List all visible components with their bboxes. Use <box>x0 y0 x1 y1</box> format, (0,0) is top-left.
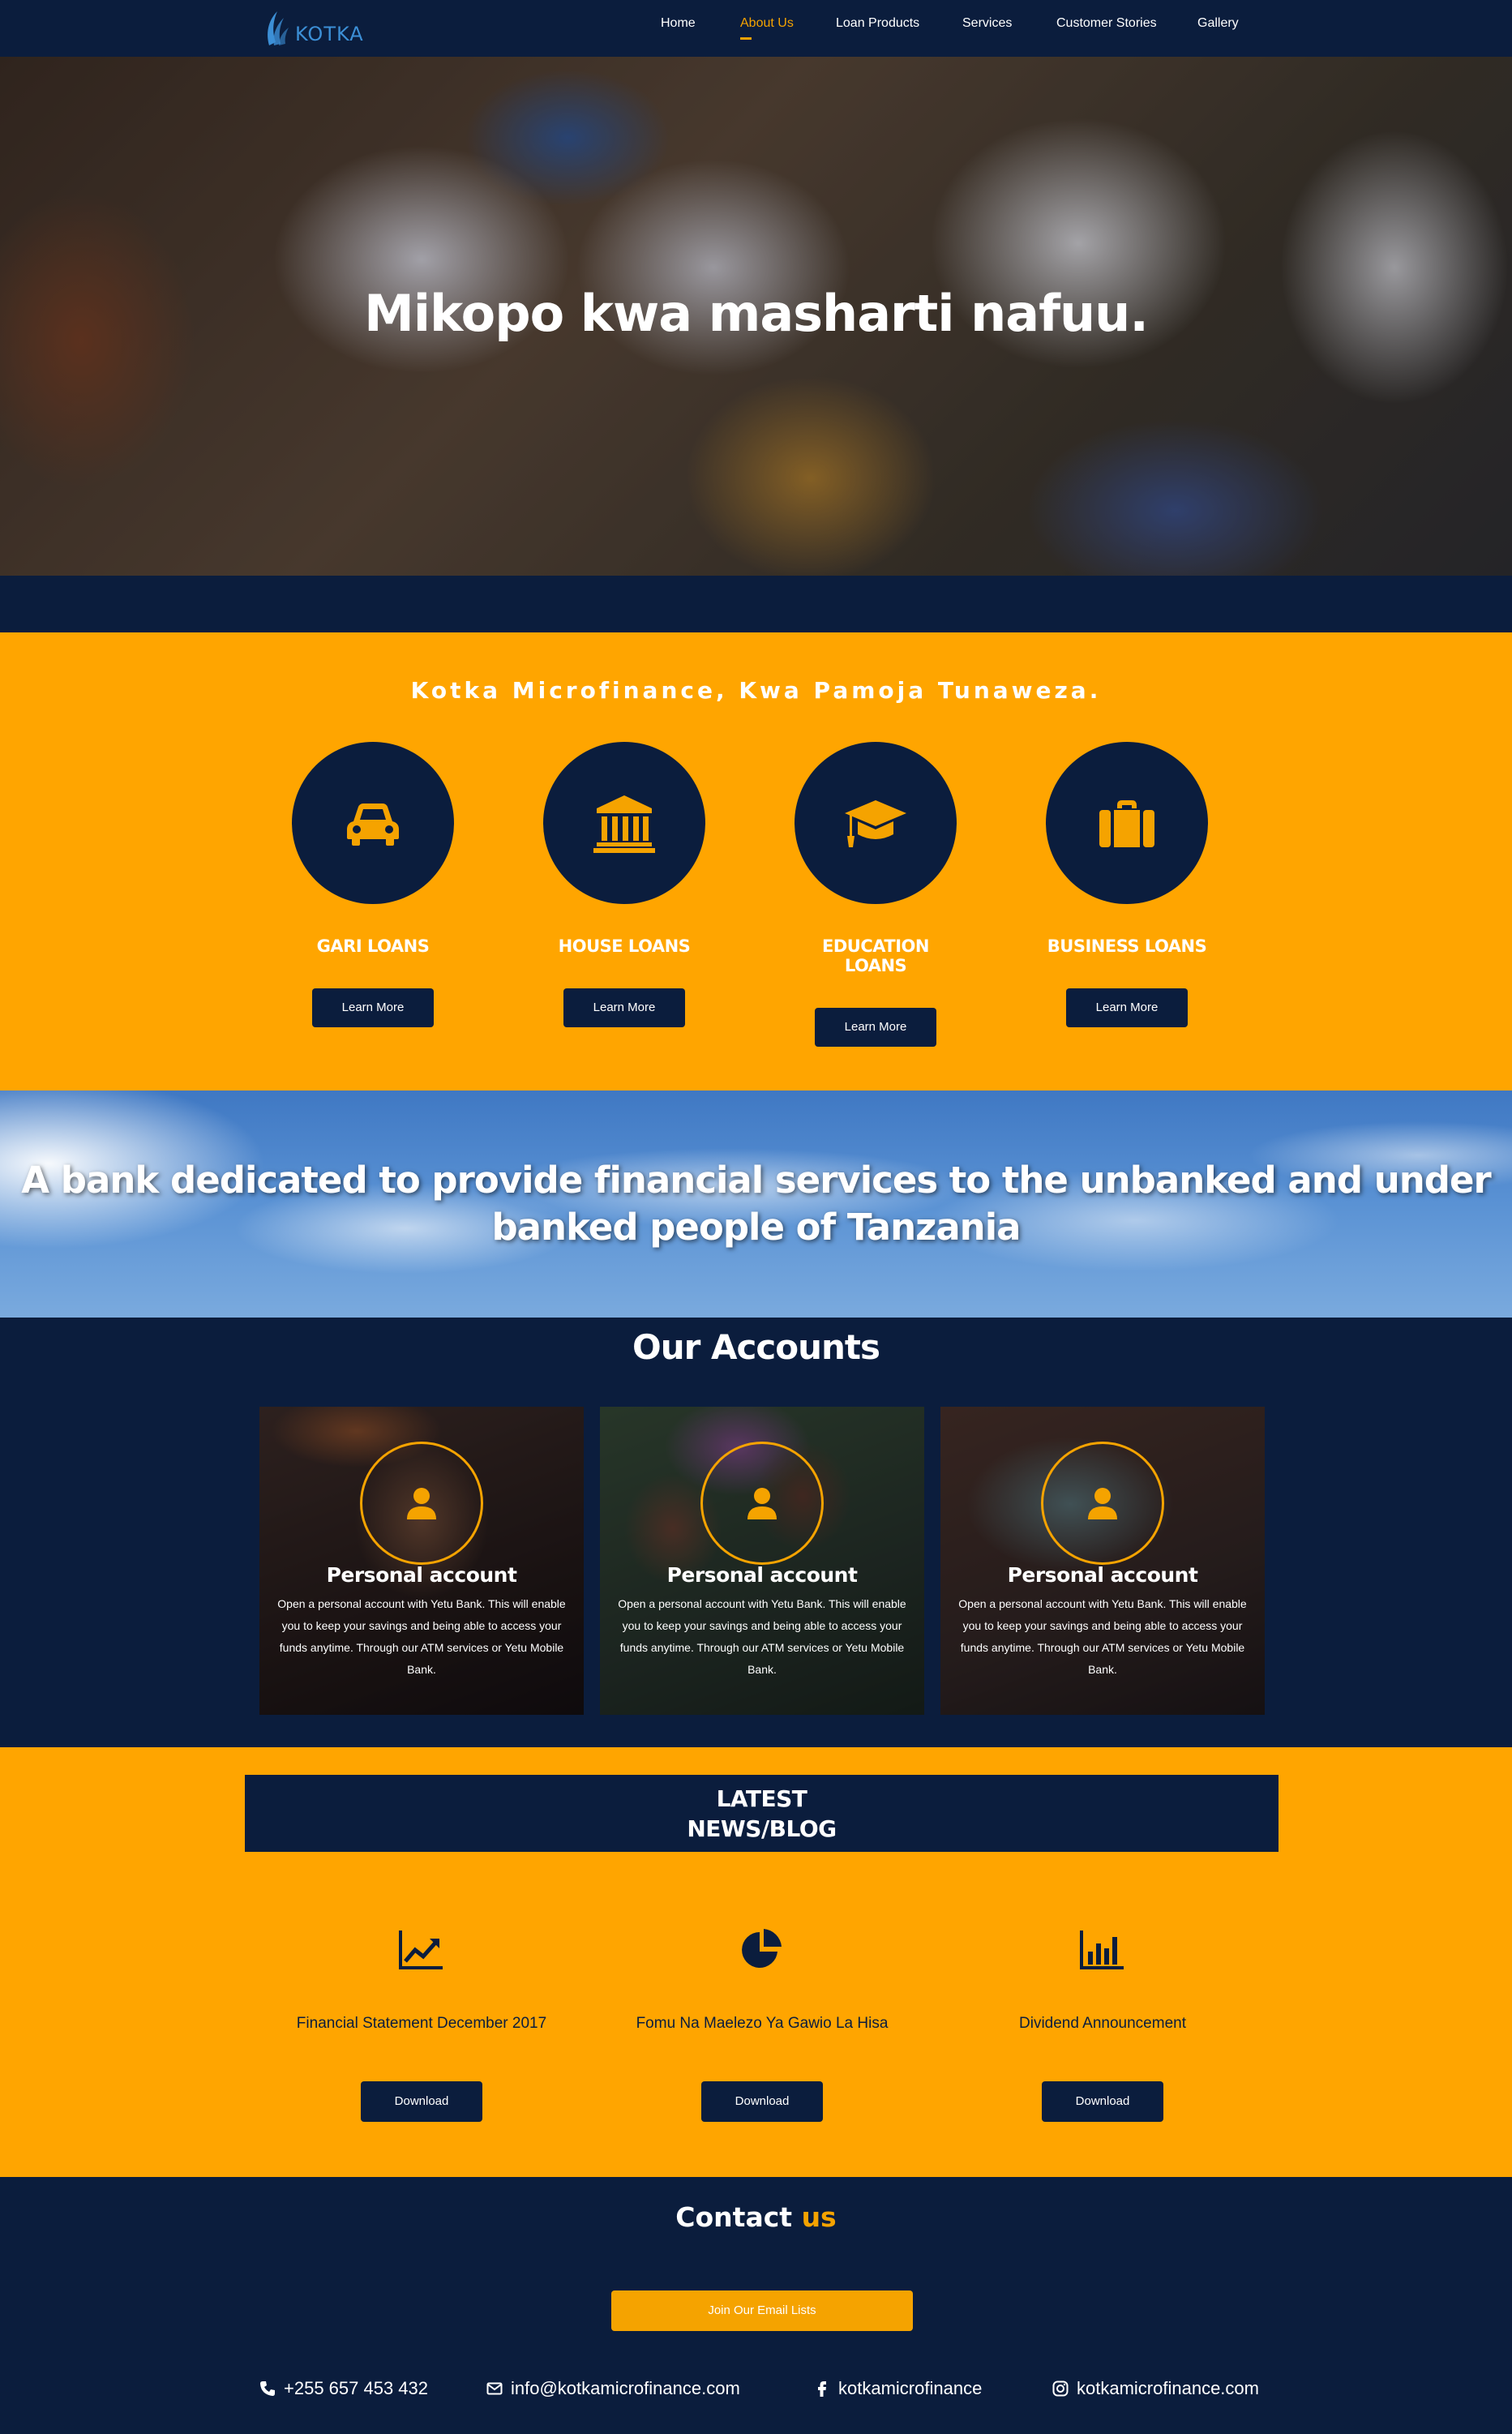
accounts-section: Our Accounts Personal account Open a per… <box>0 1318 1512 1747</box>
facebook-handle: kotkamicrofinance <box>838 2378 983 2398</box>
mission-banner: A bank dedicated to provide financial se… <box>0 1091 1512 1318</box>
nav-about-us[interactable]: About Us <box>740 16 794 40</box>
download-button[interactable]: Download <box>701 2081 823 2122</box>
loan-card-house: HOUSE LOANS Learn More <box>543 742 705 1027</box>
loan-icon-circle <box>292 742 454 904</box>
news-title-line2: NEWS/BLOG <box>687 1815 837 1842</box>
contact-title-main: Contact <box>675 2201 793 2233</box>
account-icon-ring <box>1041 1442 1164 1565</box>
contact-email[interactable]: info@kotkamicrofinance.com <box>486 2376 740 2401</box>
account-card[interactable]: Personal account Open a personal account… <box>259 1407 584 1715</box>
account-title: Personal account <box>666 1563 858 1587</box>
bank-icon <box>593 795 655 853</box>
loan-label: HOUSE LOANS <box>558 936 691 956</box>
facebook-icon <box>818 2381 826 2397</box>
nav-customer-stories[interactable]: Customer Stories <box>1056 16 1157 31</box>
instagram-icon <box>1052 2380 1069 2397</box>
line-chart-icon <box>399 1930 443 1969</box>
nav-services[interactable]: Services <box>962 16 1012 31</box>
contact-section: Contact us Join Our Email Lists +255 657… <box>0 2177 1512 2434</box>
news-title-line1: LATEST <box>716 1785 807 1812</box>
loan-label: EDUCATION LOANS <box>822 936 929 975</box>
contact-title: Contact us <box>0 2201 1512 2233</box>
loan-icon-circle <box>795 742 957 904</box>
account-description: Open a personal account with Yetu Bank. … <box>958 1597 1247 1676</box>
hero-banner: Mikopo kwa masharti nafuu. <box>0 57 1512 576</box>
download-button[interactable]: Download <box>361 2081 482 2122</box>
account-title: Personal account <box>1007 1563 1198 1587</box>
news-header: LATEST NEWS/BLOG <box>245 1775 1279 1852</box>
loan-icon-circle <box>543 742 705 904</box>
loan-card-business: BUSINESS LOANS Learn More <box>1046 742 1208 1027</box>
wing-logo-icon <box>268 11 289 45</box>
news-item-title: Dividend Announcement <box>1019 2015 1186 2032</box>
loans-title: Kotka Microfinance, Kwa Pamoja Tunaweza. <box>410 677 1102 704</box>
account-card[interactable]: Personal account Open a personal account… <box>940 1407 1265 1715</box>
learn-more-button[interactable]: Learn More <box>312 988 434 1027</box>
loan-label: GARI LOANS <box>316 936 430 956</box>
graduation-cap-icon <box>845 800 906 847</box>
loan-products-section: Kotka Microfinance, Kwa Pamoja Tunaweza.… <box>0 632 1512 1091</box>
hero-title: Mikopo kwa masharti nafuu. <box>364 284 1149 343</box>
contact-facebook[interactable]: kotkamicrofinance <box>814 2376 982 2401</box>
brand-name: KOTKA <box>295 23 364 45</box>
account-card[interactable]: Personal account Open a personal account… <box>600 1407 924 1715</box>
top-navbar: KOTKA Home About Us Loan Products Servic… <box>0 0 1512 57</box>
news-item-title: Financial Statement December 2017 <box>296 2015 547 2032</box>
contact-instagram[interactable]: kotkamicrofinance.com <box>1052 2376 1259 2401</box>
mission-statement: A bank dedicated to provide financial se… <box>21 1159 1491 1249</box>
loan-card-gari: GARI LOANS Learn More <box>292 742 454 1027</box>
account-description: Open a personal account with Yetu Bank. … <box>618 1597 906 1676</box>
brand-logo[interactable]: KOTKA <box>264 10 364 47</box>
user-icon <box>407 1488 436 1519</box>
account-title: Personal account <box>326 1563 517 1587</box>
accounts-title: Our Accounts <box>632 1327 880 1367</box>
contact-title-highlight: us <box>801 2201 837 2233</box>
phone-number: +255 657 453 432 <box>284 2378 429 2398</box>
learn-more-button[interactable]: Learn More <box>815 1008 936 1047</box>
account-description: Open a personal account with Yetu Bank. … <box>277 1597 566 1676</box>
account-icon-ring <box>360 1442 483 1565</box>
contact-phone[interactable]: +255 657 453 432 <box>259 2376 428 2401</box>
nav-home[interactable]: Home <box>661 16 696 31</box>
nav-loan-products[interactable]: Loan Products <box>836 16 919 31</box>
download-button[interactable]: Download <box>1042 2081 1163 2122</box>
briefcase-icon <box>1099 800 1154 847</box>
news-item: Fomu Na Maelezo Ya Gawio La Hisa Downloa… <box>592 1926 932 2122</box>
envelope-icon <box>486 2382 503 2395</box>
learn-more-button[interactable]: Learn More <box>1066 988 1188 1027</box>
loan-icon-circle <box>1046 742 1208 904</box>
bar-chart-icon <box>1080 1930 1124 1969</box>
learn-more-button[interactable]: Learn More <box>563 988 685 1027</box>
instagram-handle: kotkamicrofinance.com <box>1077 2378 1259 2398</box>
car-icon <box>347 803 399 846</box>
join-email-list-button[interactable]: Join Our Email Lists <box>611 2290 913 2331</box>
nav-gallery[interactable]: Gallery <box>1197 16 1239 31</box>
pie-chart-icon <box>742 1929 782 1968</box>
news-item: Dividend Announcement Download <box>932 1926 1273 2122</box>
phone-icon <box>260 2381 275 2396</box>
account-icon-ring <box>700 1442 824 1565</box>
news-item: Financial Statement December 2017 Downlo… <box>251 1926 592 2122</box>
user-icon <box>1088 1488 1117 1519</box>
loan-card-education: EDUCATION LOANS Learn More <box>795 742 957 1047</box>
loan-label: BUSINESS LOANS <box>1047 936 1207 956</box>
news-section: LATEST NEWS/BLOG Financial Statement Dec… <box>0 1747 1512 2177</box>
news-item-title: Fomu Na Maelezo Ya Gawio La Hisa <box>636 2015 889 2032</box>
email-address: info@kotkamicrofinance.com <box>511 2378 740 2398</box>
user-icon <box>747 1488 777 1519</box>
